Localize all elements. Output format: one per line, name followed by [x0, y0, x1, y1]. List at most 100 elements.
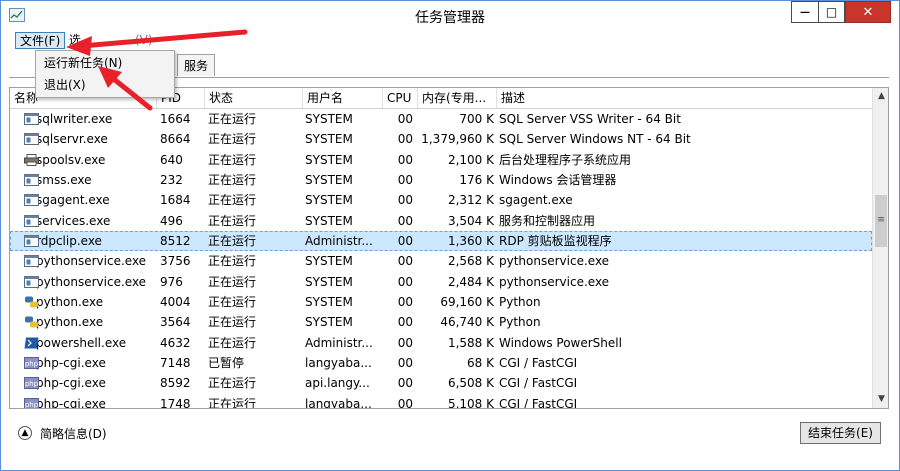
column-header-cpu[interactable]: CPU: [383, 88, 418, 108]
process-pid: 4632: [160, 335, 191, 350]
process-memory: 1,360 K: [447, 234, 494, 249]
process-name-cell: rdpclip.exe: [16, 231, 158, 251]
maximize-button[interactable]: □: [818, 1, 845, 23]
process-name: python.exe: [36, 295, 104, 310]
process-memory: 176 K: [459, 173, 494, 188]
app-window-icon: [24, 113, 39, 125]
process-cpu: 00: [397, 295, 413, 310]
table-row[interactable]: php php-cgi.exe 7148 已暂停 langyaba... 00 68 K CG…: [10, 353, 872, 373]
process-cpu: 00: [397, 335, 413, 350]
process-name-cell: powershell.exe: [16, 333, 158, 353]
process-memory: 6,508 K: [447, 376, 494, 391]
process-description: pythonservice.exe: [499, 274, 610, 289]
process-name-cell: python.exe: [16, 312, 158, 332]
menu-item-exit[interactable]: 退出(X): [44, 75, 86, 95]
process-name-cell: pythonservice.exe: [16, 251, 158, 271]
process-user: api.langy...: [305, 376, 370, 391]
process-user: SYSTEM: [305, 152, 353, 167]
table-row[interactable]: php php-cgi.exe 8592 正在运行 api.langy... 00 6,50…: [10, 373, 872, 393]
process-memory: 46,740 K: [440, 315, 494, 330]
process-memory: 2,484 K: [447, 274, 494, 289]
printer-icon: [24, 153, 39, 166]
menu-options[interactable]: 选: [65, 32, 85, 49]
tab-services[interactable]: 服务: [177, 54, 216, 76]
table-row[interactable]: spoolsv.exe 640 正在运行 SYSTEM 00 2,100 K 后台处理程序子…: [10, 150, 872, 170]
process-description: SQL Server VSS Writer - 64 Bit: [499, 112, 681, 126]
table-row[interactable]: services.exe 496 正在运行 SYSTEM 00 3,504 K 服务和控制器…: [10, 211, 872, 231]
process-pid: 496: [160, 213, 183, 228]
process-pid: 3564: [160, 315, 191, 330]
column-header-memory[interactable]: 内存(专用...: [418, 88, 497, 108]
process-memory: 3,504 K: [447, 213, 494, 228]
process-pid: 8664: [160, 132, 191, 147]
process-memory: 68 K: [467, 356, 494, 371]
process-memory: 5,108 K: [447, 396, 494, 409]
table-row[interactable]: powershell.exe 4632 正在运行 Administr... 00 1,58…: [10, 333, 872, 353]
scrollbar-thumb[interactable]: ≡: [875, 195, 887, 247]
process-pid: 976: [160, 274, 183, 289]
column-header-user[interactable]: 用户名: [303, 88, 383, 108]
process-cpu: 00: [397, 132, 413, 147]
process-name: rdpclip.exe: [36, 234, 102, 249]
process-user: SYSTEM: [305, 112, 353, 126]
process-user: SYSTEM: [305, 274, 353, 289]
process-status: 正在运行: [208, 213, 257, 228]
process-cpu: 00: [397, 112, 413, 126]
python-icon: [25, 316, 38, 328]
fewer-details-toggle[interactable]: ▲ 简略信息(D): [18, 423, 107, 443]
process-memory: 1,379,960 K: [421, 132, 494, 147]
menu-view[interactable]: (V): [131, 32, 157, 49]
process-description: CGI / FastCGI: [499, 376, 578, 391]
app-window-icon: [24, 214, 39, 227]
process-name: powershell.exe: [36, 335, 127, 350]
process-description: Python: [499, 315, 541, 330]
process-cpu: 00: [397, 152, 413, 167]
process-user: SYSTEM: [305, 132, 353, 147]
table-row[interactable]: sqlwriter.exe 1664 正在运行 SYSTEM 00 700 K SQL Se…: [10, 109, 872, 129]
grip-icon: ≡: [877, 215, 885, 225]
menu-item-run-new-task[interactable]: 运行新任务(N): [44, 53, 122, 73]
process-name: pythonservice.exe: [36, 274, 147, 289]
process-user: SYSTEM: [305, 193, 353, 208]
process-status: 正在运行: [208, 173, 257, 188]
table-row[interactable]: smss.exe 232 正在运行 SYSTEM 00 176 K Windows 会话管理…: [10, 170, 872, 190]
process-user: SYSTEM: [305, 295, 353, 310]
process-name: python.exe: [36, 315, 104, 330]
end-task-button[interactable]: 结束任务(E): [800, 422, 881, 444]
process-name: php-cgi.exe: [36, 356, 106, 371]
close-button[interactable]: ✕: [845, 1, 891, 23]
process-description: Windows 会话管理器: [499, 173, 617, 188]
process-status: 正在运行: [208, 152, 257, 167]
process-rows: sqlwriter.exe 1664 正在运行 SYSTEM 00 700 K SQL Se…: [10, 109, 872, 409]
column-header-description[interactable]: 描述: [497, 88, 872, 108]
process-cpu: 00: [397, 213, 413, 228]
table-row[interactable]: sgagent.exe 1684 正在运行 SYSTEM 00 2,312 K sgagen…: [10, 190, 872, 210]
process-memory: 69,160 K: [440, 295, 494, 310]
scroll-up-icon[interactable]: ▲: [873, 88, 888, 105]
table-row[interactable]: pythonservice.exe 976 正在运行 SYSTEM 00 2,484 K p…: [10, 272, 872, 292]
minimize-button[interactable]: —: [791, 1, 818, 23]
table-row[interactable]: python.exe 4004 正在运行 SYSTEM 00 69,160 K Python: [10, 292, 872, 312]
process-memory: 2,568 K: [447, 254, 494, 269]
process-description: CGI / FastCGI: [499, 356, 578, 371]
process-cpu: 00: [397, 254, 413, 269]
process-pid: 4004: [160, 295, 191, 310]
table-row[interactable]: rdpclip.exe 8512 正在运行 Administr... 00 1,360 K…: [10, 231, 872, 252]
close-icon: ✕: [862, 4, 874, 20]
vertical-scrollbar[interactable]: ▲ ≡ ▼: [872, 88, 888, 408]
table-row[interactable]: pythonservice.exe 3756 正在运行 SYSTEM 00 2,568 K…: [10, 251, 872, 271]
process-name: spoolsv.exe: [36, 152, 106, 167]
app-window-icon: [24, 174, 39, 187]
process-pid: 8592: [160, 376, 191, 391]
process-status: 正在运行: [208, 396, 257, 409]
process-status: 正在运行: [208, 254, 257, 269]
table-row[interactable]: python.exe 3564 正在运行 SYSTEM 00 46,740 K Python: [10, 312, 872, 332]
menu-file[interactable]: 文件(F): [15, 32, 66, 49]
process-memory: 1,588 K: [447, 335, 494, 350]
process-user: Administr...: [305, 335, 373, 350]
column-header-status[interactable]: 状态: [205, 88, 303, 108]
process-memory: 2,100 K: [447, 152, 494, 167]
table-row[interactable]: php php-cgi.exe 1748 正在运行 langyaba... 00 5,108…: [10, 394, 872, 409]
table-row[interactable]: sqlservr.exe 8664 正在运行 SYSTEM 00 1,379,960 K S…: [10, 129, 872, 149]
scroll-down-icon[interactable]: ▼: [873, 391, 888, 408]
